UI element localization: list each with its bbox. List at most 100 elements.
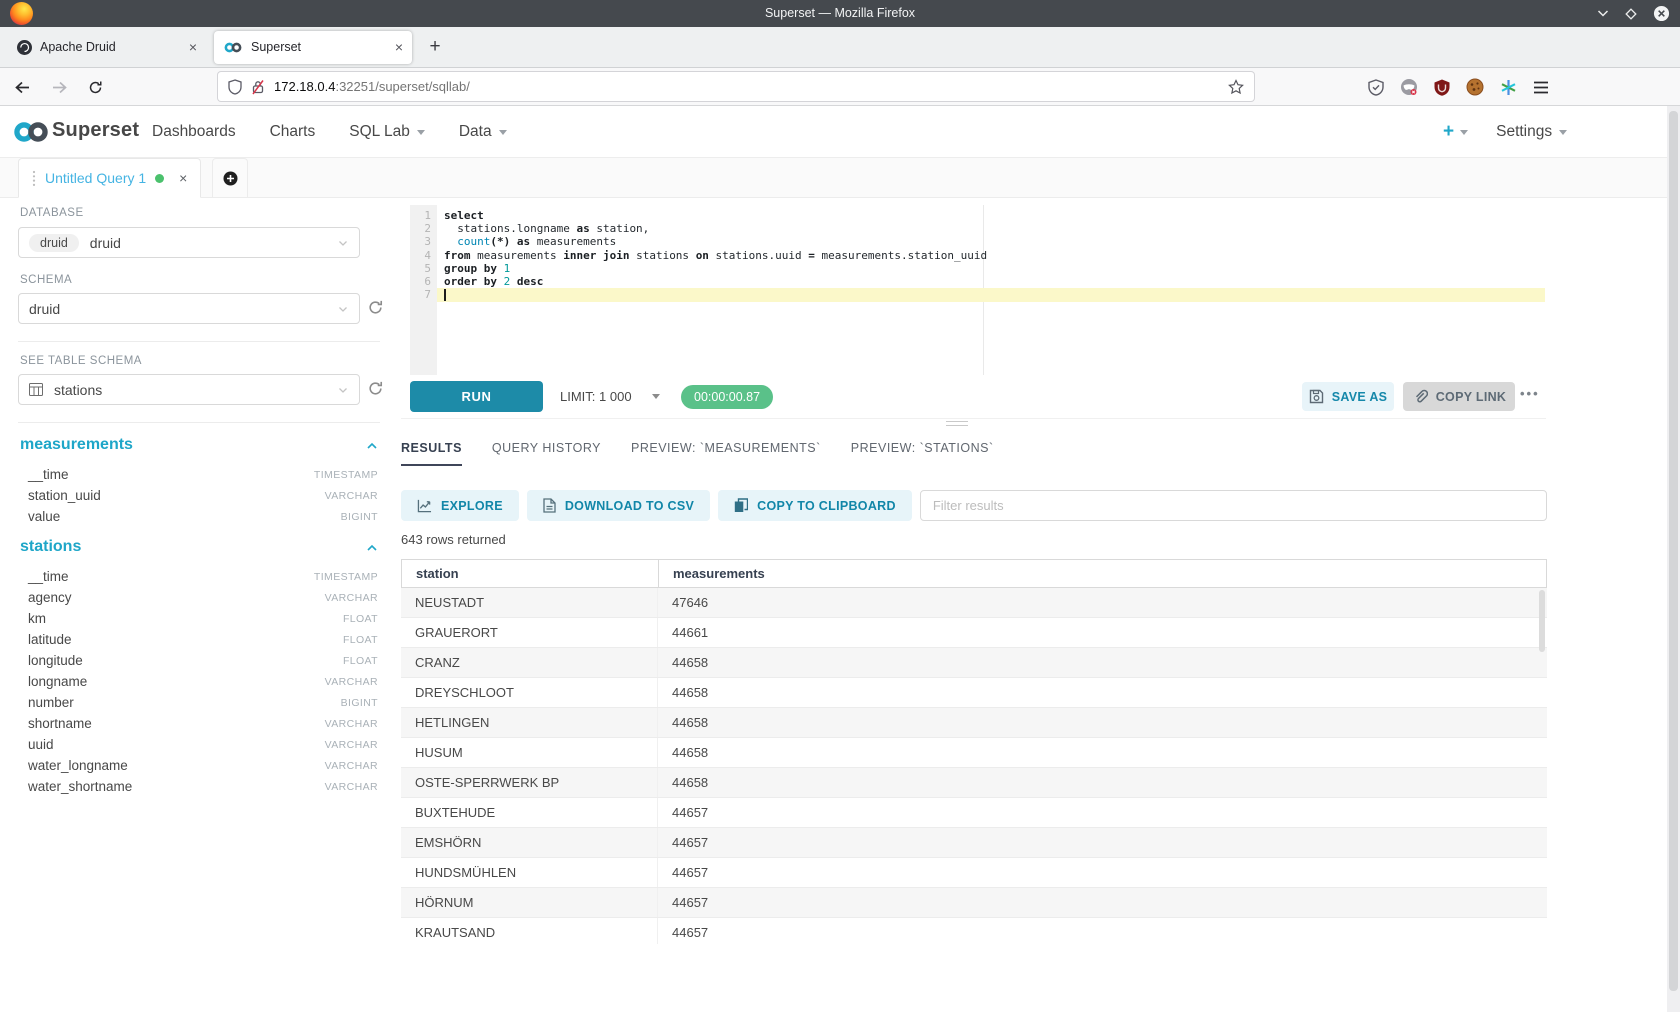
run-button[interactable]: RUN: [410, 381, 543, 412]
clipboard-icon: [734, 498, 748, 513]
code-line: count(*) as measurements: [437, 235, 1545, 248]
browser-tab-superset[interactable]: Superset ×: [214, 31, 412, 64]
query-tab-untitled-query-1[interactable]: Untitled Query 1 ×: [18, 158, 201, 198]
chart-icon: [417, 499, 432, 513]
multicolor-asterisk-icon[interactable]: [1500, 79, 1517, 96]
cell-measurements: 44658: [658, 708, 1547, 737]
cell-measurements: 44658: [658, 768, 1547, 797]
browser-tab-apache-druid[interactable]: Apache Druid ×: [8, 31, 206, 64]
browser-extension-icons: [1368, 68, 1549, 106]
save-as-label: SAVE AS: [1332, 390, 1388, 404]
window-close-icon[interactable]: [1653, 5, 1670, 22]
column-row: station_uuidVARCHAR: [28, 485, 378, 506]
superset-logo-icon[interactable]: [12, 120, 50, 149]
chevron-up-icon[interactable]: [366, 543, 378, 552]
editor-code[interactable]: select stations.longname as station, cou…: [437, 205, 1545, 375]
schema-columns: __timeTIMESTAMPagencyVARCHARkmFLOATlatit…: [28, 566, 378, 797]
link-icon: [1412, 389, 1428, 405]
results-tab-preview-stations[interactable]: PREVIEW: `STATIONS`: [851, 441, 994, 466]
plus-icon: +: [1443, 121, 1454, 143]
cell-station: NEUSTADT: [401, 588, 658, 617]
tab-close-icon[interactable]: ×: [189, 40, 197, 54]
window-titlebar: Superset — Mozilla Firefox: [0, 0, 1680, 27]
copy-to-clipboard-button[interactable]: COPY TO CLIPBOARD: [718, 490, 912, 521]
cell-measurements: 47646: [658, 588, 1547, 617]
filter-results-input[interactable]: [920, 490, 1547, 521]
limit-dropdown[interactable]: LIMIT: 1 000: [560, 381, 660, 412]
copy-link-button[interactable]: COPY LINK: [1403, 382, 1515, 411]
scrollbar-thumb[interactable]: [1669, 111, 1678, 991]
limit-label: LIMIT:: [560, 389, 595, 404]
nav-item-charts[interactable]: Charts: [270, 123, 316, 141]
app-navbar: Superset Dashboards Charts SQL Lab Data + S…: [0, 106, 1680, 158]
code-line: [437, 288, 1545, 301]
column-type: FLOAT: [343, 613, 378, 625]
ublock-icon[interactable]: [1434, 79, 1450, 96]
column-type: VARCHAR: [325, 592, 378, 604]
column-row: latitudeFLOAT: [28, 629, 378, 650]
pane-drag-handle-icon[interactable]: [946, 421, 968, 429]
window-minimize-icon[interactable]: [1597, 9, 1609, 18]
settings-menu[interactable]: Settings: [1496, 123, 1567, 141]
query-tab-close-icon[interactable]: ×: [179, 170, 187, 186]
line-number: 7: [410, 288, 431, 301]
sqllab-sidebar: DATABASE druid druid SCHEMA druid SEE TA…: [18, 198, 380, 998]
chevron-up-icon[interactable]: [366, 441, 378, 450]
pane-divider: [401, 418, 1546, 419]
save-as-button[interactable]: SAVE AS: [1302, 382, 1394, 411]
column-header-station[interactable]: station: [402, 560, 659, 587]
table-row: HUSUM44658: [401, 738, 1547, 768]
results-tab-results[interactable]: RESULTS: [401, 441, 462, 466]
bookmark-star-icon[interactable]: [1228, 79, 1244, 95]
forward-button[interactable]: [51, 80, 68, 95]
schema-section-stations[interactable]: stations: [20, 538, 378, 556]
download-to-csv-button[interactable]: DOWNLOAD TO CSV: [527, 490, 710, 521]
nav-item-data[interactable]: Data: [459, 123, 507, 141]
column-row: water_shortname VARCHAR: [28, 776, 378, 797]
column-type: FLOAT: [343, 634, 378, 646]
shield-check-icon[interactable]: [1368, 79, 1384, 96]
results-tab-preview-measurements[interactable]: PREVIEW: `MEASUREMENTS`: [631, 441, 821, 466]
column-name: water_shortname: [28, 779, 132, 794]
back-button[interactable]: [14, 80, 31, 95]
table-row: KRAUTSAND44657: [401, 918, 1547, 944]
results-tab-query-history[interactable]: QUERY HISTORY: [492, 441, 601, 466]
column-type: VARCHAR: [325, 490, 378, 502]
page-scrollbar[interactable]: [1667, 106, 1680, 1012]
plus-circle-icon: [223, 171, 238, 186]
tracking-shield-icon[interactable]: [228, 79, 242, 95]
sql-editor[interactable]: 1234567 select stations.longname as stat…: [410, 205, 1545, 375]
explore-button[interactable]: EXPLORE: [401, 490, 519, 521]
brand-title[interactable]: Superset: [52, 119, 139, 142]
url-path: :32251/superset/sqllab/: [335, 79, 469, 94]
url-text[interactable]: 172.18.0.4:32251/superset/sqllab/: [274, 79, 470, 94]
url-host: 172.18.0.4: [274, 79, 335, 94]
column-row: __timeTIMESTAMP: [28, 566, 378, 587]
insecure-lock-icon[interactable]: [251, 79, 265, 95]
account-mask-icon[interactable]: [1400, 78, 1418, 96]
column-type: VARCHAR: [325, 781, 378, 793]
new-query-tab-button[interactable]: [212, 158, 248, 197]
more-actions-button[interactable]: •••: [1520, 386, 1540, 401]
reload-button[interactable]: [88, 80, 103, 95]
line-number: 3: [410, 235, 431, 248]
window-maximize-icon[interactable]: [1625, 8, 1637, 20]
caret-down-icon: [417, 130, 425, 135]
new-tab-button[interactable]: +: [418, 31, 452, 64]
nav-item-sql-lab[interactable]: SQL Lab: [349, 123, 425, 141]
tab-close-icon[interactable]: ×: [395, 40, 403, 54]
line-number: 1: [410, 209, 431, 222]
druid-favicon: [17, 40, 32, 55]
results-table-body[interactable]: NEUSTADT47646GRAUERORT44661CRANZ44658DRE…: [401, 588, 1547, 944]
url-bar[interactable]: 172.18.0.4:32251/superset/sqllab/: [218, 72, 1254, 101]
cookie-icon[interactable]: [1466, 78, 1484, 96]
table-scrollbar-thumb[interactable]: [1539, 590, 1545, 652]
app-menu-icon[interactable]: [1533, 81, 1549, 94]
table-row: EMSHÖRN44657: [401, 828, 1547, 858]
line-number: 6: [410, 275, 431, 288]
column-header-measurements[interactable]: measurements: [659, 560, 1546, 587]
drag-handle-icon[interactable]: [32, 170, 36, 187]
add-new-button[interactable]: +: [1443, 121, 1468, 143]
nav-item-dashboards[interactable]: Dashboards: [152, 123, 236, 141]
schema-section-measurements[interactable]: measurements: [20, 436, 378, 454]
